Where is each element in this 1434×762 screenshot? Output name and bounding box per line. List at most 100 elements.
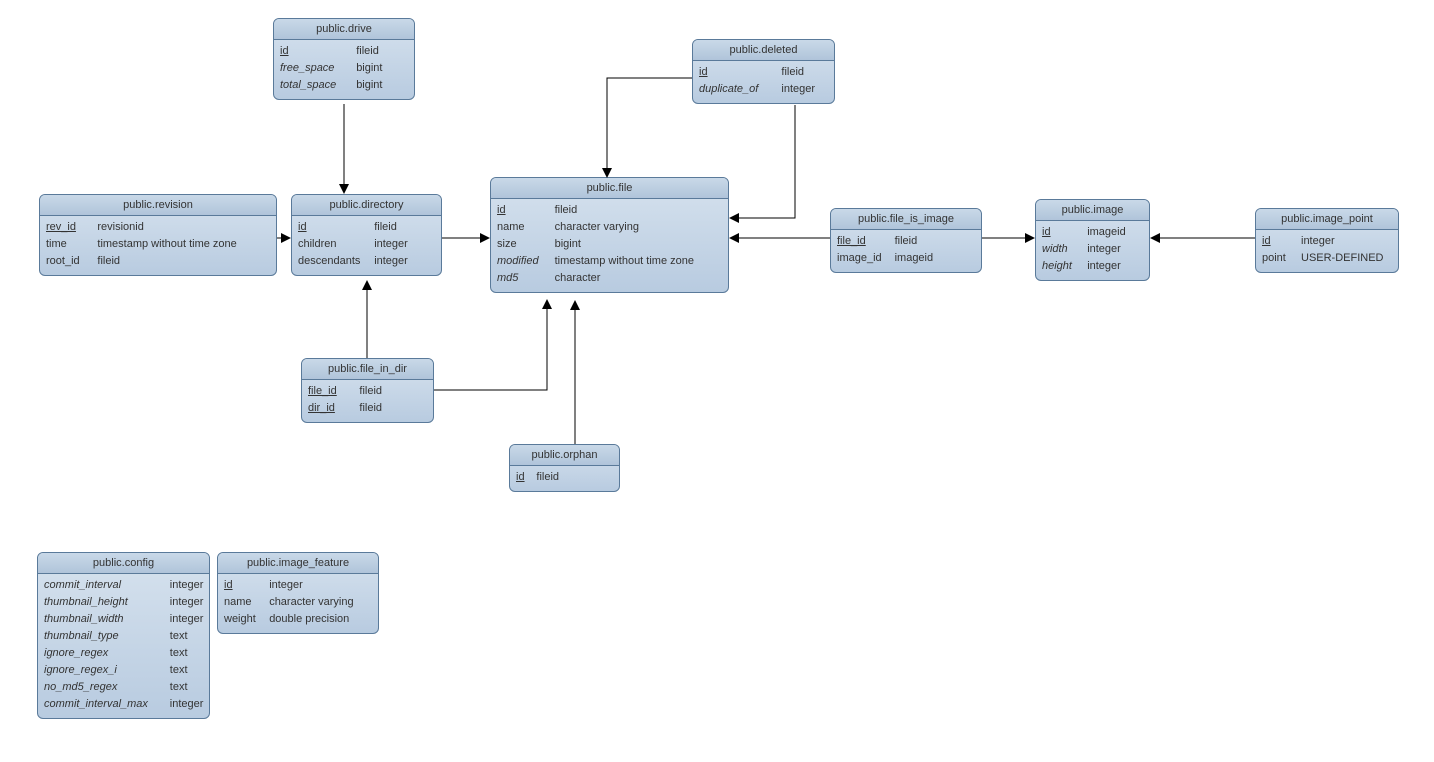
entity-public-file-in-dir[interactable]: public.file_in_dir file_idfileiddir_idfi… <box>301 358 434 423</box>
column-row: ignore_regex_itext <box>44 662 203 679</box>
column-row: idfileid <box>516 469 613 486</box>
column-type: fileid <box>781 64 804 81</box>
column-row: md5character <box>497 270 722 287</box>
column-row: image_idimageid <box>837 250 975 267</box>
entity-public-file[interactable]: public.file idfileidnamecharacter varyin… <box>490 177 729 293</box>
column-name: commit_interval <box>44 577 166 594</box>
entity-public-image-point[interactable]: public.image_point idintegerpointUSER-DE… <box>1255 208 1399 273</box>
column-type: integer <box>269 577 303 594</box>
entity-public-deleted[interactable]: public.deleted idfileidduplicate_ofinteg… <box>692 39 835 104</box>
entity-title: public.directory <box>292 195 441 216</box>
entity-body: idfileidduplicate_ofinteger <box>693 61 834 103</box>
column-name: id <box>298 219 370 236</box>
column-name: ignore_regex_i <box>44 662 166 679</box>
column-type: USER-DEFINED <box>1301 250 1384 267</box>
column-name: thumbnail_width <box>44 611 166 628</box>
column-row: idinteger <box>1262 233 1392 250</box>
column-row: idfileid <box>298 219 435 236</box>
column-row: thumbnail_widthinteger <box>44 611 203 628</box>
column-name: name <box>224 594 265 611</box>
column-type: character varying <box>269 594 353 611</box>
column-row: weightdouble precision <box>224 611 372 628</box>
column-name: dir_id <box>308 400 355 417</box>
column-type: fileid <box>97 253 120 270</box>
column-type: fileid <box>555 202 578 219</box>
entity-title: public.image_point <box>1256 209 1398 230</box>
entity-body: idfileidnamecharacter varyingsizebigintm… <box>491 199 728 292</box>
column-type: character <box>555 270 601 287</box>
column-row: no_md5_regextext <box>44 679 203 696</box>
column-type: timestamp without time zone <box>97 236 236 253</box>
column-row: idfileid <box>280 43 408 60</box>
entity-public-file-is-image[interactable]: public.file_is_image file_idfileidimage_… <box>830 208 982 273</box>
column-type: bigint <box>356 60 382 77</box>
entity-public-image[interactable]: public.image idimageidwidthintegerheight… <box>1035 199 1150 281</box>
column-name: time <box>46 236 93 253</box>
entity-title: public.deleted <box>693 40 834 61</box>
entity-title: public.orphan <box>510 445 619 466</box>
column-row: widthinteger <box>1042 241 1143 258</box>
column-name: point <box>1262 250 1297 267</box>
entity-title: public.drive <box>274 19 414 40</box>
column-name: id <box>699 64 777 81</box>
column-type: text <box>170 645 188 662</box>
column-type: integer <box>374 236 408 253</box>
entity-title: public.file_in_dir <box>302 359 433 380</box>
column-row: timetimestamp without time zone <box>46 236 270 253</box>
column-row: namecharacter varying <box>224 594 372 611</box>
column-row: rev_idrevisionid <box>46 219 270 236</box>
entity-title: public.image <box>1036 200 1149 221</box>
entity-title: public.image_feature <box>218 553 378 574</box>
column-name: name <box>497 219 551 236</box>
column-row: descendantsinteger <box>298 253 435 270</box>
entity-public-image-feature[interactable]: public.image_feature idintegernamecharac… <box>217 552 379 634</box>
column-name: file_id <box>837 233 891 250</box>
entity-body: commit_intervalintegerthumbnail_heightin… <box>38 574 209 718</box>
column-name: total_space <box>280 77 352 94</box>
column-row: duplicate_ofinteger <box>699 81 828 98</box>
entity-public-directory[interactable]: public.directory idfileidchildreninteger… <box>291 194 442 276</box>
column-name: modified <box>497 253 551 270</box>
column-type: integer <box>170 577 204 594</box>
relationship-connectors <box>0 0 1434 762</box>
entity-title: public.revision <box>40 195 276 216</box>
column-type: integer <box>1087 258 1121 275</box>
column-row: ignore_regextext <box>44 645 203 662</box>
column-type: integer <box>170 696 204 713</box>
column-row: dir_idfileid <box>308 400 427 417</box>
entity-body: idintegerpointUSER-DEFINED <box>1256 230 1398 272</box>
column-name: free_space <box>280 60 352 77</box>
entity-body: file_idfileiddir_idfileid <box>302 380 433 422</box>
entity-public-revision[interactable]: public.revision rev_idrevisionidtimetime… <box>39 194 277 276</box>
column-row: childreninteger <box>298 236 435 253</box>
column-row: commit_intervalinteger <box>44 577 203 594</box>
entity-public-orphan[interactable]: public.orphan idfileid <box>509 444 620 492</box>
entity-body: idimageidwidthintegerheightinteger <box>1036 221 1149 280</box>
column-row: pointUSER-DEFINED <box>1262 250 1392 267</box>
column-row: idfileid <box>497 202 722 219</box>
column-row: idinteger <box>224 577 372 594</box>
column-type: text <box>170 662 188 679</box>
column-type: fileid <box>536 469 559 486</box>
column-row: idfileid <box>699 64 828 81</box>
column-name: md5 <box>497 270 551 287</box>
entity-title: public.config <box>38 553 209 574</box>
entity-public-config[interactable]: public.config commit_intervalintegerthum… <box>37 552 210 719</box>
column-name: children <box>298 236 370 253</box>
column-name: root_id <box>46 253 93 270</box>
column-name: commit_interval_max <box>44 696 166 713</box>
column-row: commit_interval_maxinteger <box>44 696 203 713</box>
column-name: image_id <box>837 250 891 267</box>
column-row: heightinteger <box>1042 258 1143 275</box>
column-type: fileid <box>356 43 379 60</box>
entity-public-drive[interactable]: public.drive idfileidfree_spacebiginttot… <box>273 18 415 100</box>
column-row: thumbnail_typetext <box>44 628 203 645</box>
column-row: file_idfileid <box>837 233 975 250</box>
column-row: sizebigint <box>497 236 722 253</box>
column-name: weight <box>224 611 265 628</box>
column-type: bigint <box>356 77 382 94</box>
column-name: duplicate_of <box>699 81 777 98</box>
column-row: idimageid <box>1042 224 1143 241</box>
column-type: bigint <box>555 236 581 253</box>
entity-body: file_idfileidimage_idimageid <box>831 230 981 272</box>
